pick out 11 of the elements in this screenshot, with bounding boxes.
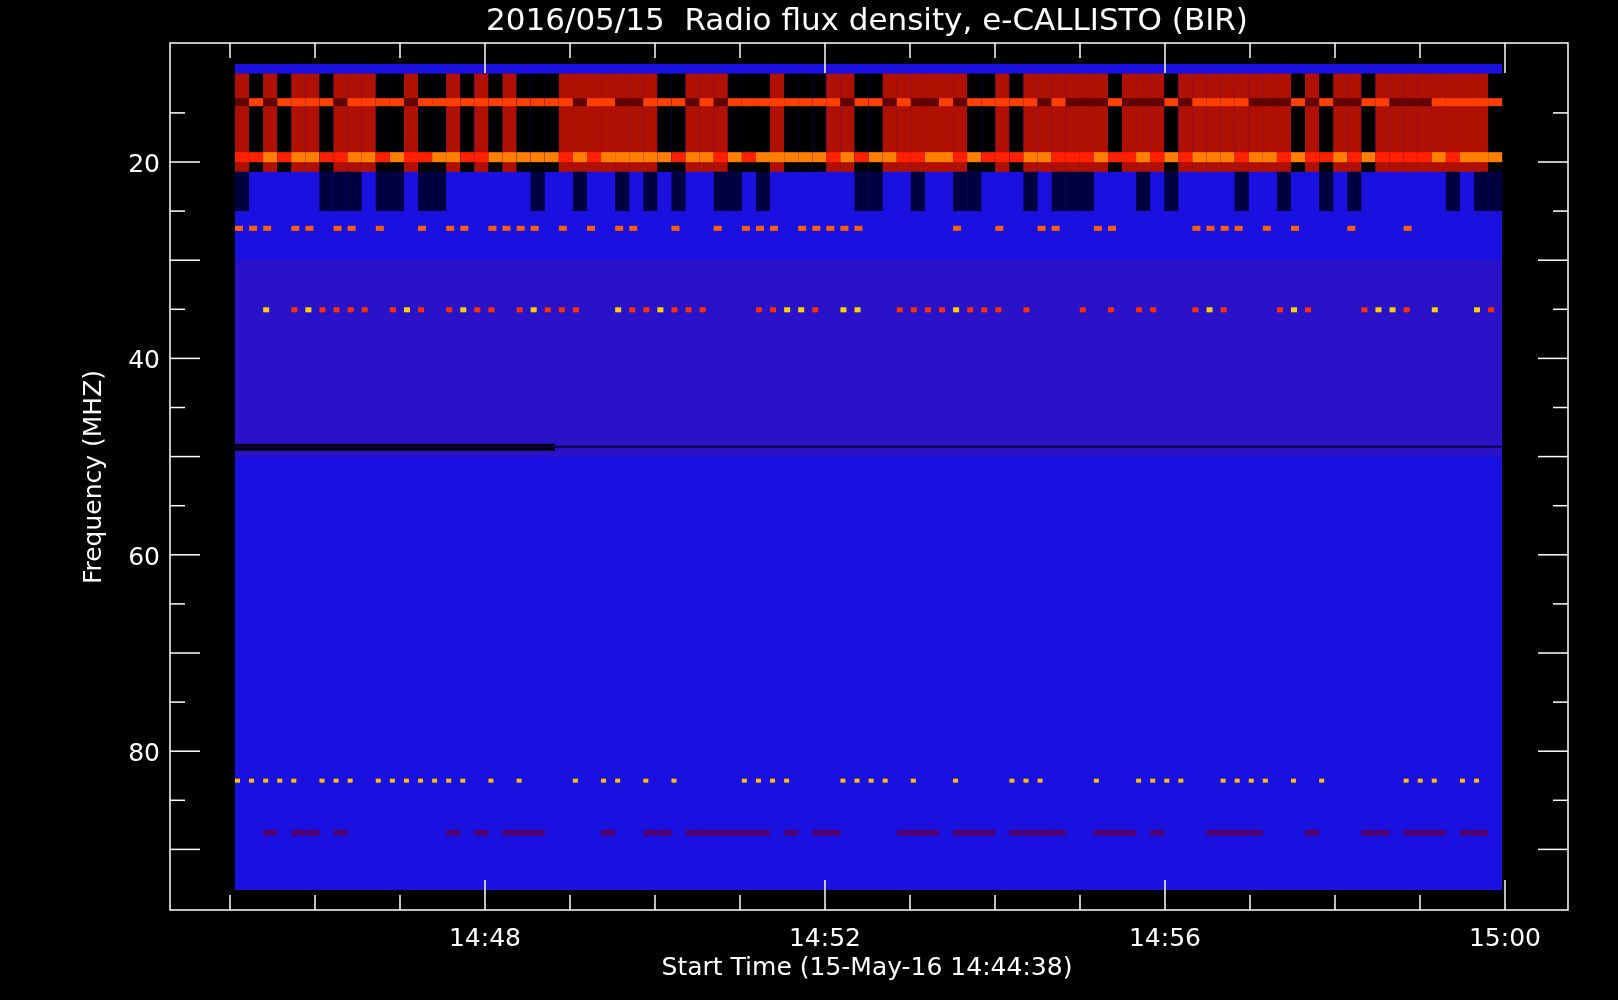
x-axis-label: Start Time (15-May-16 14:44:38) (661, 952, 1073, 981)
x-tick-label: 14:48 (449, 923, 521, 952)
chart-title: 2016/05/15 Radio flux density, e-CALLISTO (BIR) (486, 1, 1248, 37)
x-tick-label: 15:00 (1469, 923, 1541, 952)
y-tick-label: 60 (128, 541, 160, 571)
y-axis-label: Frequency (MHZ) (78, 369, 107, 585)
x-tick-label: 14:56 (1129, 923, 1201, 952)
y-tick-label: 40 (128, 345, 160, 375)
x-tick-label: 14:52 (789, 923, 861, 952)
y-tick-label: 80 (128, 738, 160, 768)
y-tick-label: 20 (128, 149, 160, 178)
